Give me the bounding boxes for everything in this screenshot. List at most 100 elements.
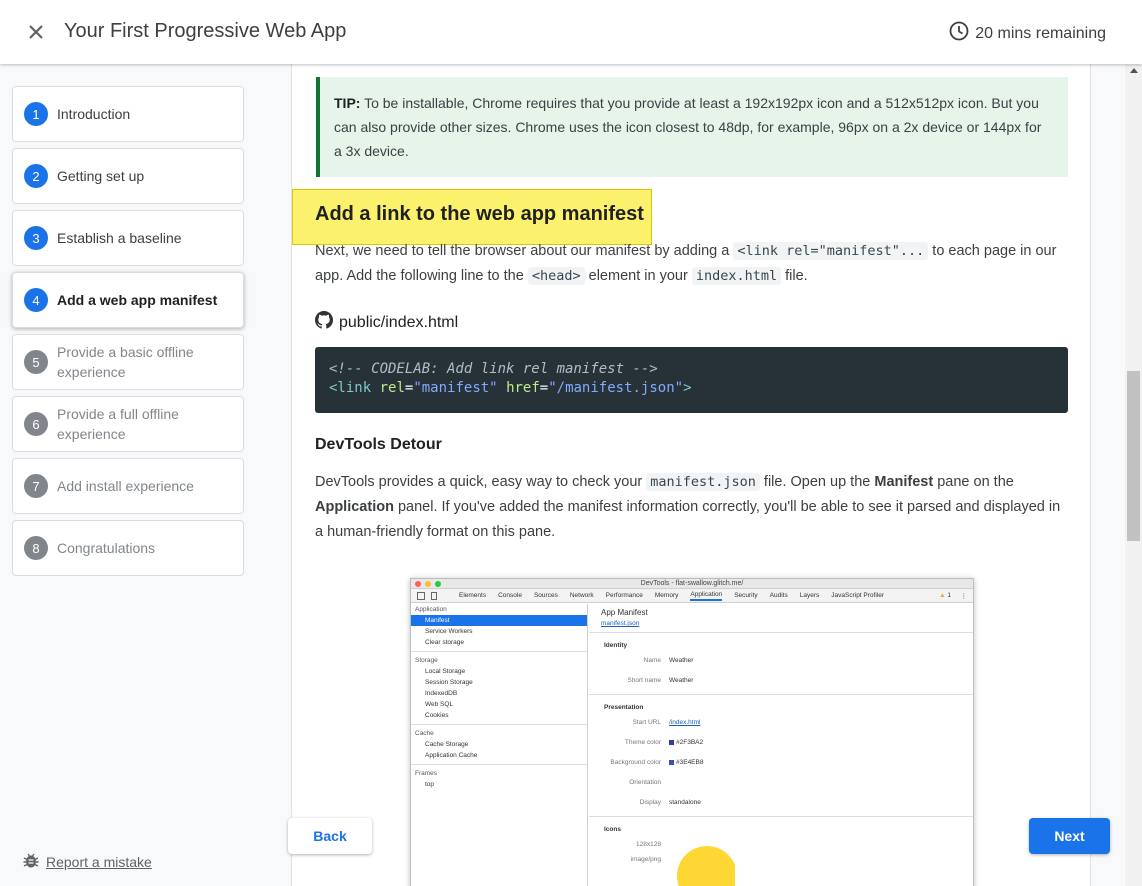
devtools-item: Session Storage [425,679,473,686]
tip-label: TIP: [334,95,361,111]
inspect-icon [417,592,425,600]
text-span: Next, we need to tell the browser about … [315,243,734,259]
manifest-title: App Manifest [601,608,648,617]
step-item-congratulations[interactable]: 8 Congratulations [12,520,244,576]
code-token: href [506,380,540,396]
devtools-tab: Performance [605,592,643,599]
step-item-full-offline[interactable]: 6 Provide a full offline experience [12,396,244,452]
devtools-item: Application Cache [425,752,478,759]
step-label: Introduction [57,106,131,122]
codelab-content: TIP: To be installable, Chrome requires … [291,64,1091,886]
devtools-tab: Layers [799,592,820,599]
weather-icon [675,844,737,886]
time-remaining-text: 20 mins remaining [975,24,1106,42]
text-span: file. Open up the [759,474,875,490]
devtools-item: IndexedDB [425,690,458,697]
warning-badge: ▲ 1 [939,592,951,599]
devtools-section-header: Application [415,606,447,613]
devtools-titlebar: DevTools - flat-swallow.glitch.me/ [411,579,973,589]
subheading: DevTools Detour [315,436,442,453]
close-icon[interactable] [24,20,48,44]
step-item-getting-set-up[interactable]: 2 Getting set up [12,148,244,204]
next-button[interactable]: Next [1029,818,1110,854]
field-label: Orientation [629,779,661,786]
warning-count: 1 [947,592,951,599]
step-label: Add a web app manifest [57,292,218,308]
github-icon [315,311,333,334]
tip-callout: TIP: To be installable, Chrome requires … [316,77,1068,177]
field-label: Start URL [632,719,661,726]
devtools-tab: Console [498,592,522,599]
top-app-bar: Your First Progressive Web App 20 mins r… [0,0,1142,64]
code-block: <!-- CODELAB: Add link rel manifest --> … [315,347,1068,413]
identity-header: Identity [604,642,628,649]
step-label: Add install experience [57,478,194,494]
step-item-install-experience[interactable]: 7 Add install experience [12,458,244,514]
devtools-item: Clear storage [425,639,465,646]
code-token: rel [379,380,405,396]
devtools-tab: Memory [654,592,679,599]
step-item-add-manifest[interactable]: 4 Add a web app manifest [12,272,244,328]
code-line: <link rel="manifest" href="/manifest.jso… [329,380,692,396]
bold-text: Manifest [874,474,934,490]
clock-icon [949,21,969,46]
presentation-header: Presentation [604,704,644,711]
report-mistake-text: Report a mistake [46,853,152,870]
step-label: Congratulations [57,540,156,556]
devtools-item: Web SQL [425,701,454,708]
manifest-pane: App Manifest manifest.json Identity Name… [589,604,973,886]
field-value: standalone [669,799,701,806]
section-heading: Add a link to the web app manifest [315,203,644,225]
devtools-section-header: Storage [415,657,438,664]
devtools-tab: Security [734,592,758,599]
warning-icon: ▲ [939,592,946,599]
report-mistake-link[interactable]: Report a mistake [22,851,152,872]
step-label: Getting set up [57,168,145,184]
scroll-up-arrow-icon[interactable] [1130,68,1138,73]
devtools-item: Local Storage [425,668,466,675]
field-value: /index.html [669,719,701,726]
devtools-tab: Sources [533,592,558,599]
text-span: panel. If you've added the manifest info… [315,499,1061,540]
scroll-thumb[interactable] [1127,371,1140,541]
intro-paragraph: Next, we need to tell the browser about … [315,239,1067,289]
inline-code: manifest.json [646,473,760,491]
step-label: Provide a basic offline experience [57,344,194,380]
device-icon [431,592,437,600]
page-scrollbar[interactable] [1125,64,1142,886]
minimize-dot [425,581,431,587]
field-label: Theme color [624,739,661,746]
step-sidebar: 1 Introduction 2 Getting set up 3 Establ… [0,64,290,886]
field-value: Weather [669,657,694,664]
time-remaining: 20 mins remaining [949,21,1106,46]
tip-text: To be installable, Chrome requires that … [334,95,1042,159]
devtools-item: top [425,781,435,788]
step-item-basic-offline[interactable]: 5 Provide a basic offline experience [12,334,244,390]
field-label: Name [643,657,661,664]
close-dot [415,581,421,587]
step-number: 1 [24,102,48,126]
step-item-introduction[interactable]: 1 Introduction [12,86,244,142]
inline-code: index.html [691,267,782,285]
step-item-establish-baseline[interactable]: 3 Establish a baseline [12,210,244,266]
step-number: 4 [24,288,48,312]
text-span: pane on the [933,474,1014,490]
step-label: Establish a baseline [57,230,182,246]
step-number: 5 [24,350,48,374]
devtools-item: Cache Storage [425,741,469,748]
devtools-item: Cookies [425,712,449,719]
color-swatch [669,739,674,745]
devtools-item: Service Workers [425,628,473,635]
text-span: file. [781,268,808,284]
step-number: 2 [24,164,48,188]
step-number: 3 [24,226,48,250]
inline-code: <link rel="manifest"... [733,242,929,260]
field-value: #3E4EB8 [676,759,704,766]
color-swatch [669,759,674,765]
field-value: #2F3BA2 [676,739,704,746]
back-button[interactable]: Back [288,818,372,854]
bug-icon [22,851,40,872]
text-span: element in your [584,268,692,284]
devtools-tab: JavaScript Profiler [831,592,885,599]
step-number: 7 [24,474,48,498]
